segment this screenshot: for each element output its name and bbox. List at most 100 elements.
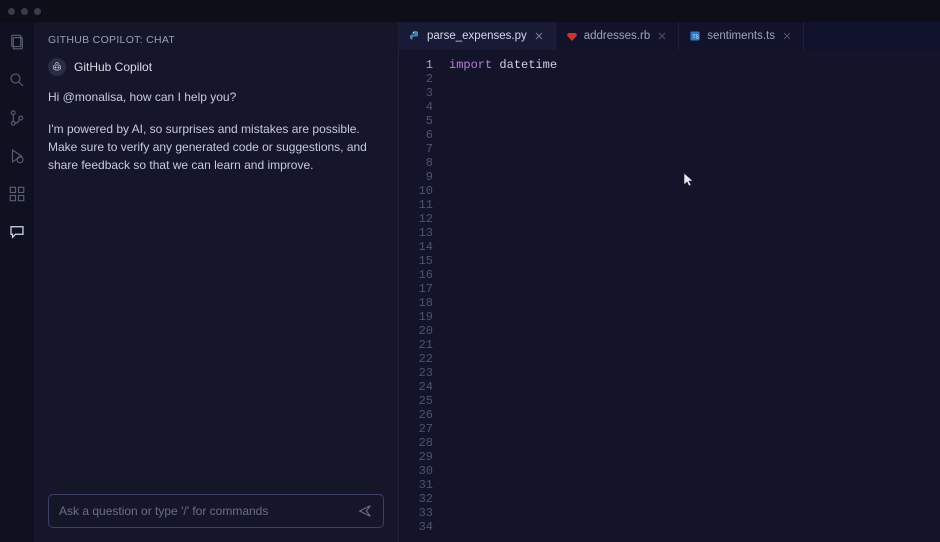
line-number: 13 <box>399 226 433 240</box>
line-number: 15 <box>399 254 433 268</box>
code-line[interactable] <box>441 394 940 408</box>
run-debug-icon[interactable] <box>7 146 27 166</box>
line-number: 7 <box>399 142 433 156</box>
line-number: 23 <box>399 366 433 380</box>
code-line[interactable] <box>441 142 940 156</box>
tab-sentiments[interactable]: TS sentiments.ts <box>679 22 804 50</box>
code-line[interactable] <box>441 268 940 282</box>
chat-input-field[interactable] <box>59 504 357 518</box>
copilot-name: GitHub Copilot <box>74 60 152 74</box>
svg-text:TS: TS <box>693 35 700 41</box>
tab-bar: parse_expenses.py addresses.rb TS sentim… <box>399 22 940 50</box>
copilot-avatar-icon <box>48 58 66 76</box>
explorer-icon[interactable] <box>7 32 27 52</box>
line-number: 20 <box>399 324 433 338</box>
code-line[interactable] <box>441 114 940 128</box>
line-number: 5 <box>399 114 433 128</box>
line-number: 26 <box>399 408 433 422</box>
code-line[interactable] <box>441 100 940 114</box>
traffic-minimize[interactable] <box>21 8 28 15</box>
chat-panel: GITHUB COPILOT: CHAT GitHub Copilot Hi @… <box>34 22 399 542</box>
code-body[interactable]: import datetime <box>441 50 940 542</box>
line-number: 25 <box>399 394 433 408</box>
code-area[interactable]: 1234567891011121314151617181920212223242… <box>399 50 940 542</box>
code-line[interactable] <box>441 366 940 380</box>
code-line[interactable] <box>441 226 940 240</box>
search-icon[interactable] <box>7 70 27 90</box>
code-line[interactable] <box>441 254 940 268</box>
line-number: 32 <box>399 492 433 506</box>
line-number: 16 <box>399 268 433 282</box>
chat-greeting: Hi @monalisa, how can I help you? <box>48 88 384 106</box>
chat-disclaimer: I'm powered by AI, so surprises and mist… <box>48 120 384 174</box>
close-icon[interactable] <box>781 30 793 42</box>
traffic-zoom[interactable] <box>34 8 41 15</box>
code-line[interactable] <box>441 240 940 254</box>
chat-body: GitHub Copilot Hi @monalisa, how can I h… <box>34 54 398 494</box>
code-line[interactable] <box>441 156 940 170</box>
code-line[interactable] <box>441 352 940 366</box>
source-control-icon[interactable] <box>7 108 27 128</box>
code-line[interactable] <box>441 198 940 212</box>
tab-addresses[interactable]: addresses.rb <box>556 22 679 50</box>
line-number: 11 <box>399 198 433 212</box>
line-number: 8 <box>399 156 433 170</box>
code-line[interactable] <box>441 520 940 534</box>
tab-label: addresses.rb <box>584 30 650 42</box>
code-line[interactable] <box>441 128 940 142</box>
ruby-file-icon <box>566 30 578 42</box>
code-line[interactable] <box>441 478 940 492</box>
code-line[interactable] <box>441 324 940 338</box>
code-line[interactable] <box>441 436 940 450</box>
line-number: 28 <box>399 436 433 450</box>
line-number: 30 <box>399 464 433 478</box>
line-number: 17 <box>399 282 433 296</box>
editor-area: parse_expenses.py addresses.rb TS sentim… <box>399 22 940 542</box>
traffic-close[interactable] <box>8 8 15 15</box>
send-icon[interactable] <box>357 503 373 519</box>
activity-bar <box>0 22 34 542</box>
code-line[interactable] <box>441 212 940 226</box>
code-line[interactable] <box>441 170 940 184</box>
line-number: 4 <box>399 100 433 114</box>
code-line[interactable] <box>441 310 940 324</box>
code-line[interactable] <box>441 422 940 436</box>
typescript-file-icon: TS <box>689 30 701 42</box>
chat-input[interactable] <box>48 494 384 528</box>
line-number: 22 <box>399 352 433 366</box>
line-number: 6 <box>399 128 433 142</box>
line-number: 18 <box>399 296 433 310</box>
code-line[interactable] <box>441 338 940 352</box>
code-line[interactable] <box>441 380 940 394</box>
window-titlebar <box>0 0 940 22</box>
code-line[interactable] <box>441 450 940 464</box>
line-number: 21 <box>399 338 433 352</box>
line-number: 27 <box>399 422 433 436</box>
code-line[interactable] <box>441 296 940 310</box>
line-number: 1 <box>399 58 433 72</box>
chat-header: GITHUB COPILOT: CHAT <box>34 22 398 54</box>
code-line[interactable]: import datetime <box>441 58 940 72</box>
tab-parse-expenses[interactable]: parse_expenses.py <box>399 22 556 50</box>
line-number: 29 <box>399 450 433 464</box>
line-number: 9 <box>399 170 433 184</box>
line-number: 3 <box>399 86 433 100</box>
tab-label: parse_expenses.py <box>427 30 527 42</box>
code-line[interactable] <box>441 408 940 422</box>
code-line[interactable] <box>441 72 940 86</box>
line-number: 10 <box>399 184 433 198</box>
code-line[interactable] <box>441 464 940 478</box>
code-line[interactable] <box>441 86 940 100</box>
close-icon[interactable] <box>656 30 668 42</box>
line-number: 2 <box>399 72 433 86</box>
code-line[interactable] <box>441 184 940 198</box>
code-line[interactable] <box>441 492 940 506</box>
tab-label: sentiments.ts <box>707 30 775 42</box>
line-number: 19 <box>399 310 433 324</box>
code-line[interactable] <box>441 506 940 520</box>
copilot-chat-icon[interactable] <box>7 222 27 242</box>
code-line[interactable] <box>441 282 940 296</box>
extensions-icon[interactable] <box>7 184 27 204</box>
close-icon[interactable] <box>533 30 545 42</box>
line-number: 33 <box>399 506 433 520</box>
